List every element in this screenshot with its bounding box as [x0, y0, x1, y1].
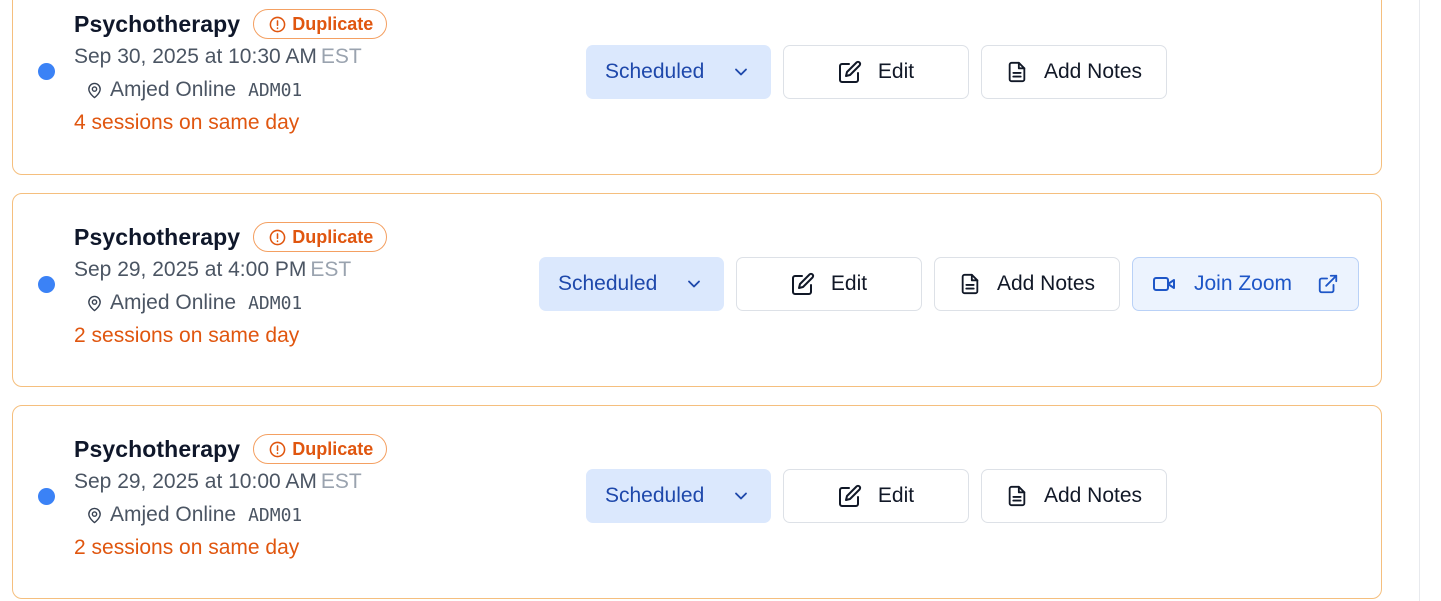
status-dot — [38, 276, 55, 293]
alert-circle-icon — [269, 16, 286, 32]
add-notes-button[interactable]: Add Notes — [981, 45, 1167, 99]
session-card: Psychotherapy Duplicate Sep 30, 2025 at … — [12, 0, 1382, 175]
map-pin-icon — [88, 507, 101, 523]
session-datetime: Sep 29, 2025 at 4:00 PM EST — [74, 254, 387, 286]
session-location: Amjed Online ADM01 — [86, 498, 387, 532]
add-notes-label: Add Notes — [1043, 484, 1143, 507]
edit-square-icon — [791, 272, 814, 295]
file-text-icon — [961, 273, 979, 295]
session-card: Psychotherapy Duplicate Sep 29, 2025 at … — [12, 405, 1382, 599]
duplicate-badge-label: Duplicate — [292, 226, 374, 247]
session-date: Sep 29, 2025 at 4:00 PM — [74, 258, 307, 281]
appointments-page: Psychotherapy Duplicate Sep 30, 2025 at … — [0, 0, 1441, 601]
location-code: ADM01 — [248, 79, 303, 101]
video-camera-icon — [1153, 277, 1175, 291]
status-dropdown[interactable]: Scheduled — [586, 45, 771, 99]
duplicate-badge: Duplicate — [253, 9, 388, 39]
map-pin-icon — [88, 82, 101, 98]
status-label: Scheduled — [558, 272, 658, 295]
edit-square-icon — [838, 484, 861, 507]
session-card: Psychotherapy Duplicate Sep 29, 2025 at … — [12, 193, 1382, 387]
status-dot — [38, 488, 55, 505]
session-info: Psychotherapy Duplicate Sep 29, 2025 at … — [74, 220, 388, 352]
session-date: Sep 30, 2025 at 10:30 AM — [74, 45, 317, 68]
location-name: Amjed Online — [110, 78, 237, 101]
same-day-warning: 4 sessions on same day — [74, 111, 300, 134]
status-dropdown[interactable]: Scheduled — [586, 469, 771, 523]
chevron-down-icon — [688, 280, 700, 288]
duplicate-badge: Duplicate — [253, 222, 388, 252]
session-info: Psychotherapy Duplicate Sep 29, 2025 at … — [74, 432, 388, 564]
status-label: Scheduled — [605, 60, 705, 83]
add-notes-label: Add Notes — [996, 272, 1096, 295]
edit-label: Edit — [830, 272, 868, 295]
edit-square-icon — [838, 60, 861, 83]
chevron-down-icon — [735, 492, 747, 500]
join-zoom-label: Join Zoom — [1194, 272, 1293, 295]
session-title: Psychotherapy — [74, 223, 241, 250]
edit-button[interactable]: Edit — [783, 45, 969, 99]
session-title: Psychotherapy — [74, 10, 241, 37]
duplicate-badge: Duplicate — [253, 434, 388, 464]
session-datetime: Sep 29, 2025 at 10:00 AM EST — [74, 466, 387, 498]
file-text-icon — [1008, 61, 1026, 83]
session-datetime: Sep 30, 2025 at 10:30 AM EST — [74, 41, 387, 73]
same-day-warning: 2 sessions on same day — [74, 324, 300, 347]
add-notes-label: Add Notes — [1043, 60, 1143, 83]
chevron-down-icon — [735, 68, 747, 76]
add-notes-button[interactable]: Add Notes — [981, 469, 1167, 523]
scrollbar-track[interactable] — [1419, 0, 1441, 601]
status-dropdown[interactable]: Scheduled — [539, 257, 724, 311]
join-zoom-button[interactable]: Join Zoom — [1132, 257, 1359, 311]
status-dot — [38, 63, 55, 80]
location-code: ADM01 — [248, 292, 303, 314]
edit-label: Edit — [877, 484, 915, 507]
session-info: Psychotherapy Duplicate Sep 30, 2025 at … — [74, 7, 388, 139]
duplicate-badge-label: Duplicate — [292, 13, 374, 34]
location-name: Amjed Online — [110, 291, 237, 314]
session-timezone: EST — [310, 258, 352, 281]
alert-circle-icon — [269, 441, 286, 457]
map-pin-icon — [88, 295, 101, 311]
location-code: ADM01 — [248, 504, 303, 526]
location-name: Amjed Online — [110, 503, 237, 526]
duplicate-badge-label: Duplicate — [292, 438, 374, 459]
session-title: Psychotherapy — [74, 435, 241, 462]
session-location: Amjed Online ADM01 — [86, 286, 387, 320]
session-date: Sep 29, 2025 at 10:00 AM — [74, 470, 317, 493]
edit-button[interactable]: Edit — [736, 257, 922, 311]
edit-button[interactable]: Edit — [783, 469, 969, 523]
alert-circle-icon — [269, 229, 286, 245]
session-location: Amjed Online ADM01 — [86, 73, 387, 107]
session-timezone: EST — [320, 470, 362, 493]
edit-label: Edit — [877, 60, 915, 83]
external-link-icon — [1318, 274, 1338, 294]
session-timezone: EST — [320, 45, 362, 68]
file-text-icon — [1008, 485, 1026, 507]
same-day-warning: 2 sessions on same day — [74, 536, 300, 559]
status-label: Scheduled — [605, 484, 705, 507]
add-notes-button[interactable]: Add Notes — [934, 257, 1120, 311]
